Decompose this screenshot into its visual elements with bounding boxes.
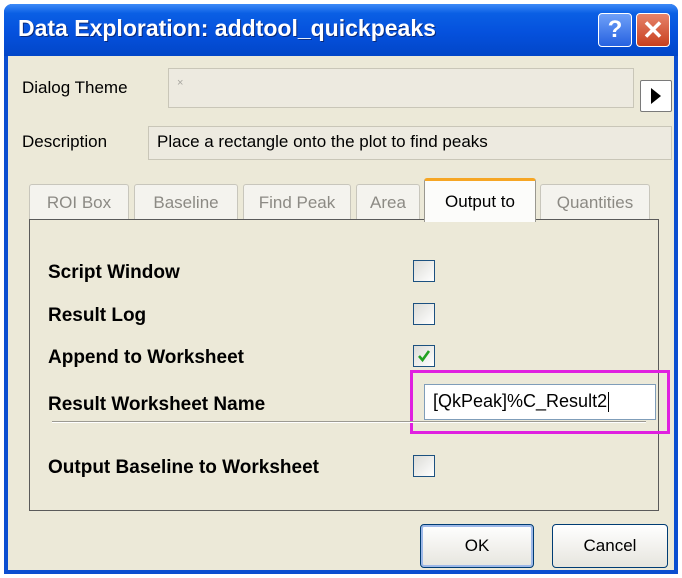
ok-button[interactable]: OK — [420, 524, 534, 568]
tab-baseline[interactable]: Baseline — [134, 184, 238, 220]
script-window-label: Script Window — [48, 262, 180, 283]
text-caret — [608, 392, 610, 413]
separator-line — [52, 421, 646, 423]
tab-find-peak[interactable]: Find Peak — [243, 184, 351, 220]
cancel-button[interactable]: Cancel — [552, 524, 668, 568]
tab-roi-box[interactable]: ROI Box — [29, 184, 129, 220]
result-log-checkbox[interactable] — [413, 303, 435, 325]
close-button[interactable]: ✕ — [636, 13, 670, 47]
help-icon: ? — [607, 16, 623, 43]
checkmark-icon — [418, 350, 431, 363]
script-window-checkbox[interactable] — [413, 260, 435, 282]
append-worksheet-checkbox[interactable] — [413, 345, 435, 367]
append-worksheet-label: Append to Worksheet — [48, 347, 244, 368]
result-log-label: Result Log — [48, 305, 147, 326]
result-worksheet-name-value: [QkPeak]%C_Result2 — [433, 391, 608, 411]
tab-area[interactable]: Area — [356, 184, 420, 220]
output-panel: Script Window Result Log Append to Works… — [29, 219, 670, 511]
tab-output-to[interactable]: Output to — [424, 178, 536, 222]
output-baseline-checkbox[interactable] — [413, 455, 435, 477]
window-title: Data Exploration: addtool_quickpeaks — [18, 15, 436, 41]
dialog-window: Data Exploration: addtool_quickpeaks ? ✕… — [4, 4, 678, 574]
result-worksheet-name-input[interactable]: [QkPeak]%C_Result2 — [424, 384, 656, 420]
theme-value: × — [177, 77, 184, 89]
result-worksheet-name-label: Result Worksheet Name — [48, 394, 266, 415]
title-bar[interactable]: Data Exploration: addtool_quickpeaks ? ✕ — [4, 4, 678, 56]
triangle-right-icon — [651, 88, 661, 104]
dialog-theme-label: Dialog Theme — [22, 78, 128, 97]
close-icon: ✕ — [642, 14, 664, 45]
description-text: Place a rectangle onto the plot to find … — [148, 126, 672, 160]
tab-quantities[interactable]: Quantities — [540, 184, 650, 220]
dialog-theme-combo[interactable]: × — [168, 68, 634, 108]
help-button[interactable]: ? — [598, 13, 632, 47]
output-baseline-label: Output Baseline to Worksheet — [48, 457, 319, 478]
theme-menu-button[interactable] — [640, 80, 672, 112]
description-label: Description — [22, 132, 108, 151]
